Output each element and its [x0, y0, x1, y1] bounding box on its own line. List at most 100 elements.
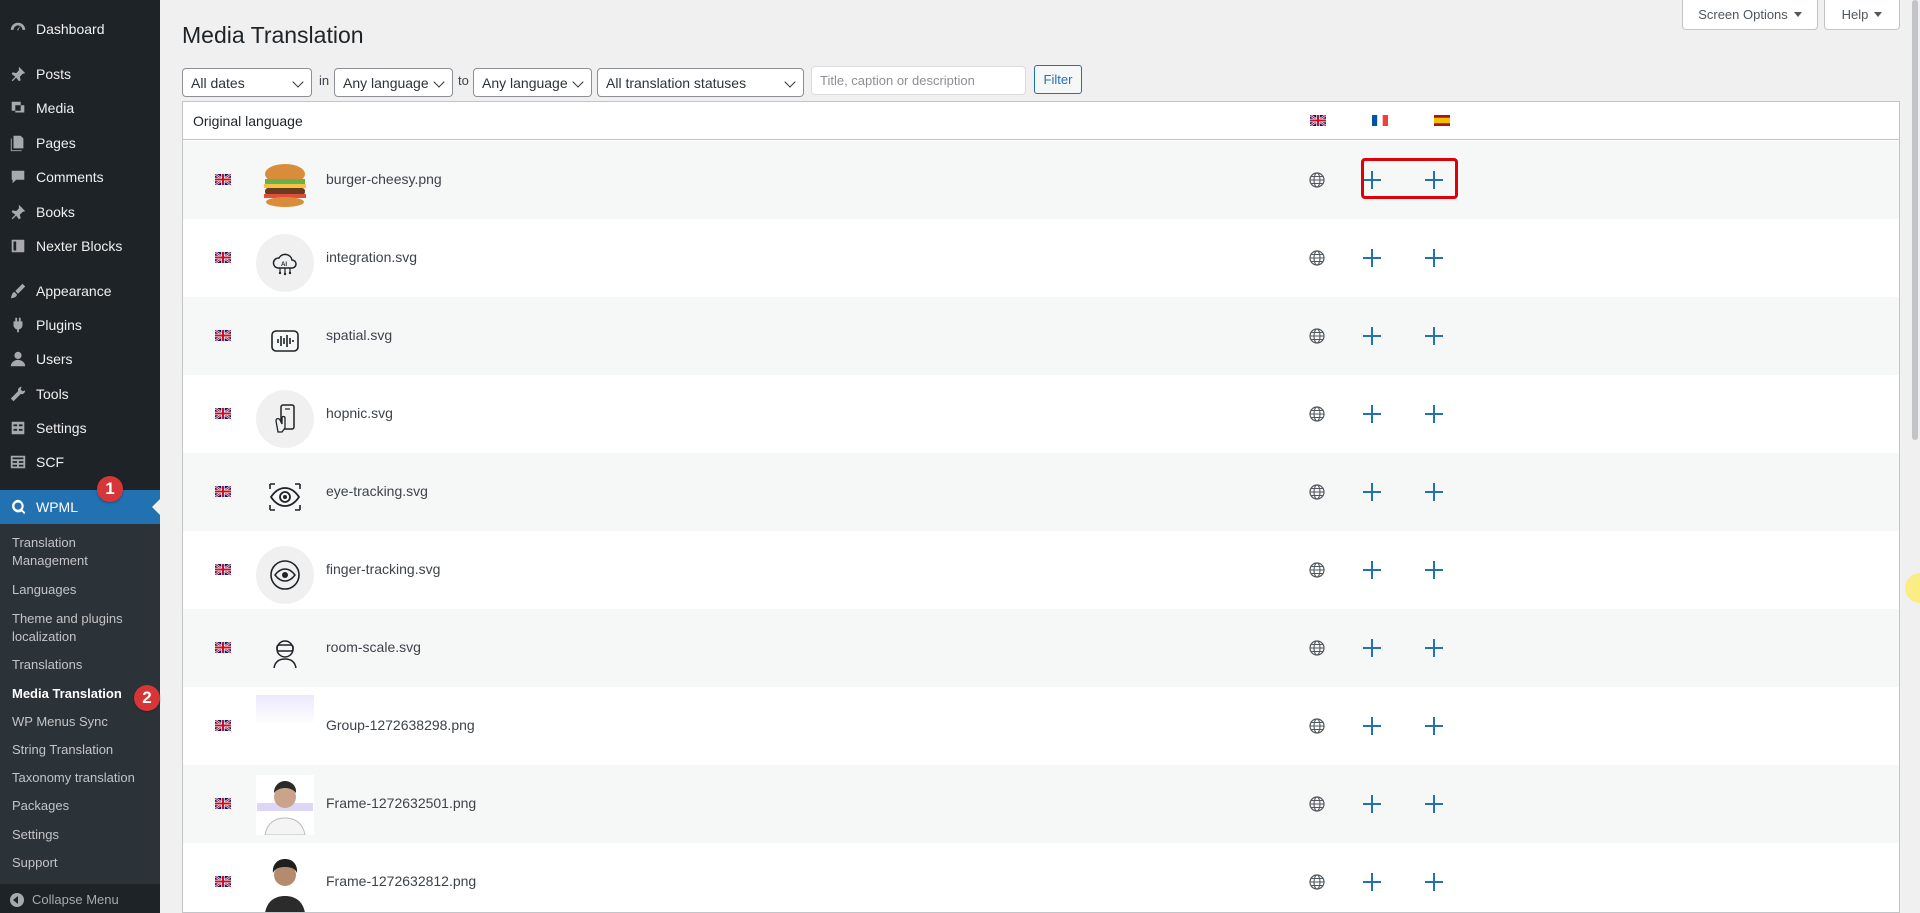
spatial-thumbnail[interactable]	[256, 312, 314, 370]
group-thumbnail[interactable]	[256, 695, 314, 725]
translation-status-select[interactable]: All translation statuses	[597, 68, 804, 97]
scrollbar-thumb[interactable]	[1912, 0, 1918, 440]
submenu-theme-plugins-localization[interactable]: Theme and plugins localization	[12, 610, 152, 646]
uk-flag-icon	[215, 330, 231, 341]
file-name[interactable]: eye-tracking.svg	[326, 483, 428, 499]
uk-flag-icon	[215, 174, 231, 185]
from-language-select[interactable]: Any language	[334, 68, 453, 97]
hopnic-thumbnail[interactable]	[256, 390, 314, 448]
menu-settings[interactable]: Settings	[0, 411, 160, 445]
target-eye-icon	[270, 560, 300, 590]
add-spanish-translation-button[interactable]	[1424, 638, 1444, 658]
submenu-languages[interactable]: Languages	[12, 581, 152, 599]
screen-options-button[interactable]: Screen Options	[1682, 0, 1818, 30]
add-french-translation-button[interactable]	[1362, 638, 1382, 658]
vr-headset-person-icon	[273, 640, 297, 669]
uk-flag-icon	[215, 720, 231, 731]
table-row: room-scale.svg	[183, 609, 1899, 687]
media-icon	[0, 99, 36, 117]
file-name[interactable]: hopnic.svg	[326, 405, 393, 421]
add-french-translation-button[interactable]	[1362, 794, 1382, 814]
spain-flag-icon	[1434, 115, 1450, 126]
file-name[interactable]: room-scale.svg	[326, 639, 421, 655]
submenu-settings[interactable]: Settings	[12, 826, 152, 844]
add-spanish-translation-button[interactable]	[1424, 794, 1444, 814]
eye-tracking-thumbnail[interactable]	[256, 468, 314, 526]
dates-select[interactable]: All dates	[182, 68, 312, 97]
integration-thumbnail[interactable]: AI	[256, 234, 314, 292]
submenu-translations[interactable]: Translations	[12, 656, 152, 674]
globe-icon[interactable]	[1309, 796, 1325, 812]
file-name[interactable]: spatial.svg	[326, 327, 392, 343]
to-label: to	[458, 73, 469, 88]
step-badge-1: 1	[97, 476, 123, 502]
add-french-translation-button[interactable]	[1362, 404, 1382, 424]
add-french-translation-button[interactable]	[1362, 872, 1382, 892]
collapse-menu-button[interactable]: Collapse Menu	[0, 886, 160, 913]
globe-icon[interactable]	[1309, 640, 1325, 656]
person-photo-thumbnail[interactable]	[256, 853, 314, 912]
search-input[interactable]: Title, caption or description	[811, 66, 1026, 95]
table-row: hopnic.svg	[183, 375, 1899, 453]
globe-icon[interactable]	[1309, 718, 1325, 734]
filter-button[interactable]: Filter	[1034, 65, 1082, 94]
menu-dashboard[interactable]: Dashboard	[0, 12, 160, 46]
svg-text:AI: AI	[281, 262, 287, 268]
menu-books[interactable]: Books	[0, 195, 160, 229]
submenu-media-translation[interactable]: Media Translation	[12, 685, 152, 703]
menu-scf[interactable]: SCF	[0, 445, 160, 479]
add-french-translation-button[interactable]	[1362, 716, 1382, 736]
add-spanish-translation-button[interactable]	[1424, 248, 1444, 268]
add-spanish-translation-button[interactable]	[1424, 872, 1444, 892]
add-spanish-translation-button[interactable]	[1424, 482, 1444, 502]
add-french-translation-button[interactable]	[1362, 482, 1382, 502]
submenu-string-translation[interactable]: String Translation	[12, 741, 152, 759]
menu-wpml[interactable]: WPML	[0, 490, 160, 524]
table-row: spatial.svg	[183, 297, 1899, 375]
burger-thumbnail[interactable]	[256, 156, 314, 214]
menu-nexter-blocks[interactable]: Nexter Blocks	[0, 229, 160, 263]
menu-users[interactable]: Users	[0, 342, 160, 376]
add-spanish-translation-button[interactable]	[1424, 560, 1444, 580]
add-french-translation-button[interactable]	[1362, 248, 1382, 268]
globe-icon[interactable]	[1309, 484, 1325, 500]
globe-icon[interactable]	[1309, 406, 1325, 422]
table-icon	[0, 453, 36, 471]
person-photo-thumbnail[interactable]	[256, 775, 314, 835]
submenu-translation-management[interactable]: Translation Management	[12, 534, 152, 570]
globe-icon[interactable]	[1309, 562, 1325, 578]
globe-icon[interactable]	[1309, 250, 1325, 266]
menu-plugins[interactable]: Plugins	[0, 308, 160, 342]
menu-appearance[interactable]: Appearance	[0, 274, 160, 308]
submenu-taxonomy-translation[interactable]: Taxonomy translation	[12, 769, 152, 787]
menu-pages[interactable]: Pages	[0, 126, 160, 160]
file-name[interactable]: burger-cheesy.png	[326, 171, 442, 187]
room-scale-thumbnail[interactable]	[256, 624, 314, 682]
add-french-translation-button[interactable]	[1362, 326, 1382, 346]
globe-icon[interactable]	[1309, 172, 1325, 188]
file-name[interactable]: Frame-1272632501.png	[326, 795, 476, 811]
file-name[interactable]: Frame-1272632812.png	[326, 873, 476, 889]
submenu-wp-menus-sync[interactable]: WP Menus Sync	[12, 713, 152, 731]
submenu-packages[interactable]: Packages	[12, 797, 152, 815]
finger-tracking-thumbnail[interactable]	[256, 546, 314, 604]
file-name[interactable]: Group-1272638298.png	[326, 717, 475, 733]
to-language-select[interactable]: Any language	[473, 68, 592, 97]
file-name[interactable]: integration.svg	[326, 249, 417, 265]
help-button[interactable]: Help	[1824, 0, 1900, 30]
menu-posts[interactable]: Posts	[0, 57, 160, 91]
submenu-support[interactable]: Support	[12, 854, 152, 872]
globe-icon[interactable]	[1309, 874, 1325, 890]
menu-tools[interactable]: Tools	[0, 377, 160, 411]
table-row: eye-tracking.svg	[183, 453, 1899, 531]
users-icon	[0, 350, 36, 368]
add-spanish-translation-button[interactable]	[1424, 404, 1444, 424]
uk-flag-icon	[215, 642, 231, 653]
file-name[interactable]: finger-tracking.svg	[326, 561, 440, 577]
menu-comments[interactable]: Comments	[0, 160, 160, 194]
add-french-translation-button[interactable]	[1362, 560, 1382, 580]
globe-icon[interactable]	[1309, 328, 1325, 344]
add-spanish-translation-button[interactable]	[1424, 716, 1444, 736]
menu-media[interactable]: Media	[0, 91, 160, 125]
add-spanish-translation-button[interactable]	[1424, 326, 1444, 346]
